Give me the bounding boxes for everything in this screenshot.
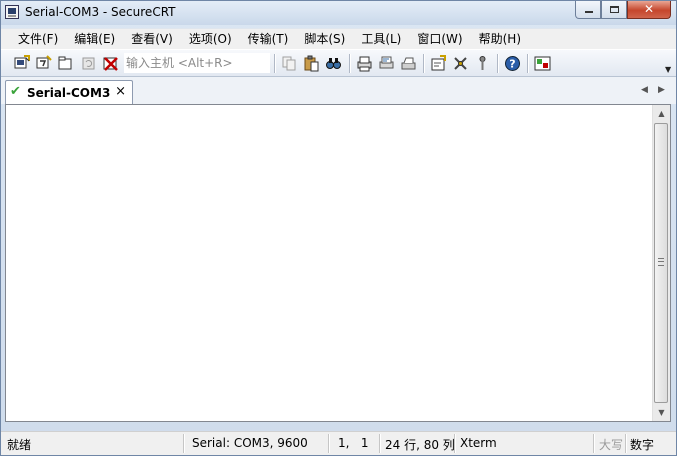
securecrt-window: Serial-COM3 - SecureCRT ✕ 文件(F) 编辑(E) 查看…: [0, 0, 677, 456]
scroll-up-icon[interactable]: ▲: [653, 105, 670, 122]
tab-scroll-left-icon[interactable]: ◀: [641, 85, 648, 95]
connect-icon[interactable]: [13, 55, 30, 72]
menu-bar: 文件(F) 编辑(E) 查看(V) 选项(O) 传输(T) 脚本(S) 工具(L…: [1, 28, 676, 49]
window-title: Serial-COM3 - SecureCRT: [25, 5, 176, 19]
status-terminal-size: 24 行, 80 列: [385, 438, 455, 452]
reconnect-icon[interactable]: [80, 55, 97, 72]
tab-scroll-right-icon[interactable]: ▶: [658, 85, 665, 95]
quick-connect-icon[interactable]: [35, 55, 52, 72]
status-divider: [379, 434, 381, 453]
status-cursor-position: 1, 1: [338, 436, 369, 450]
terminal-frame: ▲ ▼: [5, 104, 671, 422]
status-divider: [593, 434, 595, 453]
menu-script[interactable]: 脚本(S): [296, 29, 353, 49]
toolbar-separator: [349, 54, 351, 73]
status-caps-lock: 大写: [599, 438, 624, 452]
toolbar-separator: [423, 54, 425, 73]
tab-label: Serial-COM3: [27, 86, 111, 100]
close-button[interactable]: ✕: [627, 1, 671, 19]
scrollbar-grip-icon: [658, 258, 664, 266]
disconnect-icon[interactable]: [102, 55, 119, 72]
menu-tools[interactable]: 工具(L): [353, 29, 409, 49]
maximize-button[interactable]: [601, 1, 627, 19]
quick-connect-input[interactable]: [124, 53, 270, 73]
menu-options[interactable]: 选项(O): [181, 29, 240, 49]
status-divider: [328, 434, 330, 453]
tab-close-icon[interactable]: ×: [115, 85, 126, 99]
global-options-icon[interactable]: [452, 55, 469, 72]
scroll-down-icon[interactable]: ▼: [653, 404, 670, 421]
title-bar[interactable]: Serial-COM3 - SecureCRT ✕: [1, 1, 676, 25]
session-options-icon[interactable]: [430, 55, 447, 72]
sftp-icon[interactable]: [534, 55, 551, 72]
caption-buttons: ✕: [575, 1, 671, 19]
status-divider: [625, 434, 627, 453]
keymap-icon[interactable]: [474, 55, 491, 72]
toolbar-separator: [527, 54, 529, 73]
menu-edit[interactable]: 编辑(E): [66, 29, 123, 49]
status-divider: [454, 434, 456, 453]
session-tab-strip: ✔ Serial-COM3 × ◀ ▶: [1, 77, 676, 104]
close-icon: ✕: [643, 2, 655, 16]
find-icon[interactable]: [325, 55, 342, 72]
status-num-lock: 数字: [630, 438, 655, 452]
status-connection: Serial: COM3, 9600: [192, 436, 308, 450]
terminal-screen[interactable]: [6, 105, 652, 421]
minimize-button[interactable]: [575, 1, 601, 19]
menu-file[interactable]: 文件(F): [10, 29, 66, 49]
scrollbar-thumb[interactable]: [654, 123, 668, 403]
copy-icon[interactable]: [281, 55, 298, 72]
toolbar: ? ▼: [1, 49, 676, 77]
connected-check-icon: ✔: [10, 84, 21, 99]
app-icon[interactable]: [5, 5, 19, 19]
status-terminal-type: Xterm: [460, 436, 497, 450]
status-ready: 就绪: [7, 438, 32, 452]
svg-text:?: ?: [509, 58, 515, 71]
menu-window[interactable]: 窗口(W): [409, 29, 470, 49]
status-bar: 就绪 Serial: COM3, 9600 1, 1 24 行, 80 列 Xt…: [1, 431, 676, 455]
vertical-scrollbar[interactable]: ▲ ▼: [652, 105, 670, 421]
paste-icon[interactable]: [303, 55, 320, 72]
toolbar-separator: [274, 54, 276, 73]
printer-setup-icon[interactable]: [400, 55, 417, 72]
connect-in-tab-icon[interactable]: [57, 55, 74, 72]
menu-transfer[interactable]: 传输(T): [240, 29, 297, 49]
print-selection-icon[interactable]: [378, 55, 395, 72]
toolbar-separator: [497, 54, 499, 73]
menu-help[interactable]: 帮助(H): [471, 29, 529, 49]
status-divider: [183, 434, 185, 453]
tab-serial-com3[interactable]: ✔ Serial-COM3 ×: [5, 80, 133, 104]
menu-view[interactable]: 查看(V): [123, 29, 181, 49]
print-icon[interactable]: [356, 55, 373, 72]
help-icon[interactable]: ?: [504, 55, 521, 72]
toolbar-overflow-icon[interactable]: ▼: [665, 66, 672, 74]
